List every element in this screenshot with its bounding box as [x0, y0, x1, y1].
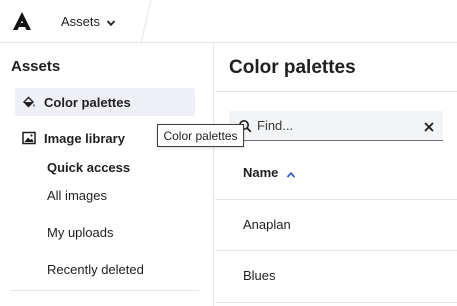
sidebar-item-recently-deleted[interactable]: Recently deleted [47, 262, 144, 277]
sidebar-divider [10, 290, 199, 291]
title-divider [215, 91, 457, 92]
main-content: Color palettes Name Anaplan Blues [215, 43, 457, 306]
table-row[interactable]: Blues [243, 268, 276, 283]
table-divider [215, 199, 457, 200]
top-bar: Assets [0, 0, 457, 44]
column-header-name[interactable]: Name [243, 165, 296, 180]
image-icon [22, 131, 36, 145]
sort-ascending-icon [286, 168, 296, 178]
sidebar-title: Assets [11, 58, 61, 75]
sidebar-item-label: Image library [44, 130, 125, 146]
sidebar-item-quick-access[interactable]: Quick access [47, 160, 130, 175]
tooltip: Color palettes [157, 124, 244, 147]
anaplan-logo-icon[interactable] [12, 11, 32, 31]
close-icon[interactable] [423, 120, 435, 132]
table-divider [215, 250, 457, 251]
paint-bucket-icon [22, 95, 36, 109]
topbar-divider [139, 0, 153, 44]
table-divider [215, 302, 457, 303]
sidebar-item-all-images[interactable]: All images [47, 188, 107, 203]
sidebar-item-label: Color palettes [44, 94, 131, 110]
search-box [229, 111, 443, 141]
chevron-down-icon [106, 16, 116, 27]
sidebar: Assets Color palettes Image library Quic… [0, 43, 214, 306]
sidebar-item-color-palettes[interactable]: Color palettes [15, 88, 195, 116]
table-row[interactable]: Anaplan [243, 217, 291, 232]
sidebar-item-my-uploads[interactable]: My uploads [47, 225, 113, 240]
page-title: Color palettes [229, 57, 356, 78]
assets-menu-label: Assets [61, 13, 101, 29]
column-header-label: Name [243, 165, 279, 180]
assets-menu-button[interactable]: Assets [61, 12, 116, 30]
search-input[interactable] [257, 118, 407, 133]
